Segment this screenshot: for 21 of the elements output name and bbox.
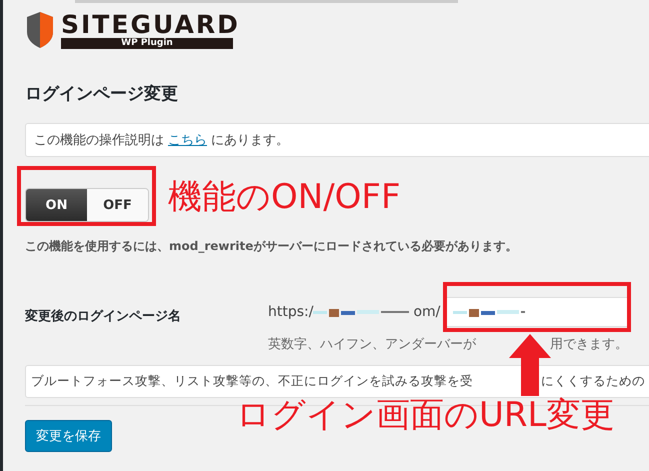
url-prefix: https:/ [268,304,314,320]
toggle-option[interactable]: OFF [87,189,148,221]
shield-logo-icon [25,12,55,48]
up-arrow-icon [509,334,551,396]
toggle-option[interactable]: ON [26,189,87,221]
login-page-name-field[interactable] [444,297,628,327]
save-button[interactable]: 変更を保存 [25,420,112,452]
logo-subtitle: WP Plugin [61,38,233,48]
field-hint: 英数字、ハイフン、アンダーバーが [268,336,476,353]
description-text: ブルートフォース攻撃、リスト攻撃等の、不正にログインを試みる攻撃を受 [31,373,473,390]
requirement-note: この機能を使用するには、mod_rewriteがサーバーにロードされている必要があります。 [25,238,518,255]
annotation-label: 機能のON/OFF [168,180,401,214]
description-text-end: にくくするための [541,373,645,390]
field-hint-end: 用できます。 [550,336,628,353]
url-prefix-end: om/ [413,304,440,320]
logo-name: SITEGUARD [61,12,240,38]
help-link[interactable]: こちら [168,133,207,148]
page-heading: ログインページ変更 [25,83,179,105]
field-label: 変更後のログインページ名 [25,308,182,326]
annotation-label: ログイン画面のURL変更 [236,398,614,432]
info-notice: この機能の操作説明は こちら にあります。 [25,123,649,157]
